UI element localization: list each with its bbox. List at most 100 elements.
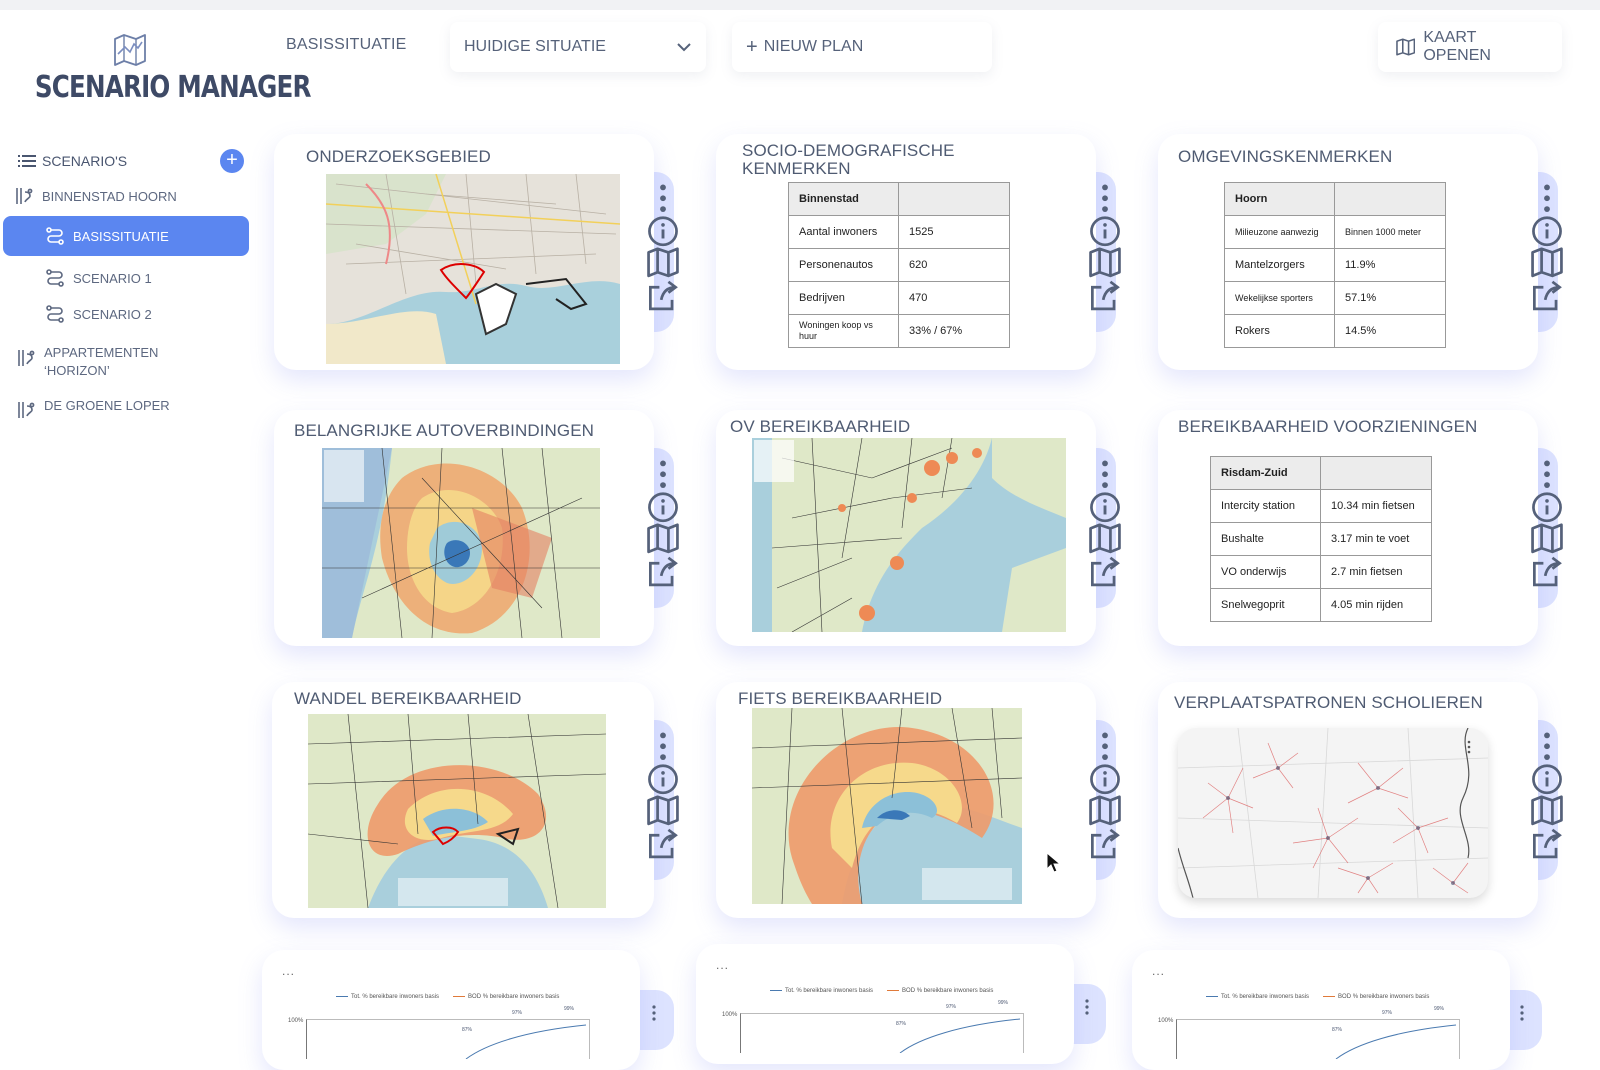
table-cell: Mantelzorgers	[1224, 248, 1335, 282]
table-cell: Aantal inwoners	[788, 215, 899, 249]
card-fiets-bereikbaarheid[interactable]: FIETS BEREIKBAARHEID	[716, 682, 1096, 918]
card-actions	[648, 172, 678, 322]
card-actions	[648, 448, 678, 598]
card-onderzoeksgebied[interactable]: ONDERZOEKSGEBIED	[274, 134, 654, 370]
sidebar-item-basissituatie[interactable]: BASISSITUATIE	[3, 216, 249, 256]
table-row: Snelwegoprit 4.05 min rijden	[1210, 588, 1432, 622]
sidebar-item-appartementen-horizon[interactable]: APPARTEMENTEN ‘HORIZON’	[16, 344, 186, 384]
table-cell: Binnenstad	[788, 182, 899, 216]
card-verplaatspatronen-scholieren[interactable]: VERPLAATSPATRONEN SCHOLIEREN	[1158, 682, 1538, 918]
sidebar-item-label: SCENARIO 2	[73, 306, 152, 322]
table-cell: 14.5%	[1334, 314, 1446, 348]
chevron-down-icon	[677, 43, 691, 52]
data-label: 97%	[946, 1004, 957, 1010]
chart-legend: Tot. % bereikbare inwoners basis BOD % b…	[1206, 994, 1429, 1000]
table-cell: Milieuzone aanwezig	[1224, 215, 1335, 249]
legend-entry: Tot. % bereikbare inwoners basis	[1206, 994, 1309, 1000]
card-socio-demografisch[interactable]: SOCIO-DEMOGRAFISCHE KENMERKEN Binnenstad…	[716, 134, 1096, 370]
table-cell: Woningen koop vs huur	[788, 314, 899, 348]
more-vertical-icon[interactable]	[1397, 182, 1600, 215]
card-title: VERPLAATSPATRONEN SCHOLIEREN	[1174, 693, 1483, 712]
open-map-label: KAART OPENEN	[1423, 29, 1491, 64]
table-cell: Bushalte	[1210, 522, 1321, 556]
card-chart-2[interactable]: ... Tot. % bereikbare inwoners basis BOD…	[696, 944, 1074, 1064]
legend-label: BOD % bereikbare inwoners basis	[468, 994, 560, 1000]
map-icon[interactable]	[1397, 247, 1600, 280]
share-icon[interactable]	[1397, 828, 1600, 861]
card-actions	[1090, 720, 1120, 870]
sidebar-item-label: APPARTEMENTEN ‘HORIZON’	[44, 345, 159, 378]
data-label: 97%	[512, 1010, 523, 1016]
table-cell: Bedrijven	[788, 281, 899, 315]
card-ov-bereikbaarheid[interactable]: OV BEREIKBAARHEID	[716, 410, 1096, 646]
sidebar-item-label: BASISSITUATIE	[73, 228, 169, 244]
info-icon[interactable]	[1397, 763, 1600, 796]
share-icon[interactable]	[1397, 280, 1600, 313]
more-horizontal-icon[interactable]: ...	[282, 964, 295, 978]
route-icon	[46, 269, 64, 287]
data-label: 97%	[1382, 1010, 1393, 1016]
open-map-button[interactable]: KAART OPENEN	[1378, 22, 1562, 72]
map-icon	[1396, 38, 1416, 56]
map-icon[interactable]	[1397, 795, 1600, 828]
more-vertical-icon[interactable]	[645, 1004, 663, 1022]
chart-legend: Tot. % bereikbare inwoners basis BOD % b…	[336, 994, 559, 1000]
card-wandel-bereikbaarheid[interactable]: WANDEL BEREIKBAARHEID	[272, 682, 654, 918]
more-horizontal-icon[interactable]: ...	[1152, 964, 1165, 978]
sidebar-item-scenario-1[interactable]: SCENARIO 1	[45, 266, 245, 290]
more-vertical-icon[interactable]	[1397, 730, 1600, 763]
table-row: Woningen koop vs huur 33% / 67%	[788, 314, 1010, 348]
info-icon[interactable]	[1397, 215, 1600, 248]
sidebar: SCENARIO MANAGER SCENARIO'S + BINNENSTAD…	[0, 10, 311, 1034]
chart-legend: Tot. % bereikbare inwoners basis BOD % b…	[770, 988, 993, 994]
table-row: Rokers 14.5%	[1224, 314, 1446, 348]
card-actions	[1090, 448, 1120, 598]
table-cell: Snelwegoprit	[1210, 588, 1321, 622]
map-icon[interactable]	[1397, 523, 1600, 556]
legend-entry: Tot. % bereikbare inwoners basis	[336, 994, 439, 1000]
table-cell: Intercity station	[1210, 489, 1321, 523]
mini-chart: Tot. % bereikbare inwoners basis BOD % b…	[1158, 994, 1492, 1059]
table-cell: Personenautos	[788, 248, 899, 282]
chart-line	[465, 1024, 587, 1059]
legend-entry: BOD % bereikbare inwoners basis	[1323, 994, 1429, 1000]
card-omgevingskenmerken[interactable]: OMGEVINGSKENMERKEN Hoorn Milieuzone aanw…	[1158, 134, 1538, 370]
sidebar-item-label: SCENARIO 1	[73, 270, 152, 286]
situation-select[interactable]: HUIDIGE SITUATIE	[450, 22, 706, 72]
share-icon[interactable]	[1397, 556, 1600, 589]
sidebar-item-scenario-2[interactable]: SCENARIO 2	[45, 302, 245, 326]
map-logo-icon	[114, 34, 146, 66]
card-autoverbindingen[interactable]: BELANGRIJKE AUTOVERBINDINGEN	[274, 410, 654, 646]
tab-basissituatie[interactable]: BASISSITUATIE	[286, 36, 407, 54]
table-cell: Risdam-Zuid	[1210, 456, 1321, 490]
card-title: FIETS BEREIKBAARHEID	[738, 689, 943, 708]
card-title: ONDERZOEKSGEBIED	[306, 147, 491, 166]
legend-label: BOD % bereikbare inwoners basis	[902, 988, 994, 994]
y-tick: 100%	[1158, 1018, 1174, 1024]
more-vertical-icon[interactable]	[1513, 1004, 1531, 1022]
project-icon	[18, 350, 35, 366]
card-actions	[1532, 720, 1562, 870]
sidebar-item-binnenstad-hoorn[interactable]: BINNENSTAD HOORN	[14, 184, 250, 208]
table-cell: Hoorn	[1224, 182, 1335, 216]
mini-chart: Tot. % bereikbare inwoners basis BOD % b…	[288, 994, 622, 1059]
y-tick: 100%	[722, 1012, 738, 1018]
new-plan-button[interactable]: + NIEUW PLAN	[732, 22, 992, 72]
legend-entry: BOD % bereikbare inwoners basis	[887, 988, 993, 994]
sidebar-item-de-groene-loper[interactable]: DE GROENE LOPER	[16, 398, 216, 422]
more-vertical-icon[interactable]	[1078, 998, 1096, 1016]
card-bereikbaarheid-voorzieningen[interactable]: BEREIKBAARHEID VOORZIENINGEN Risdam-Zuid…	[1158, 410, 1538, 646]
legend-label: Tot. % bereikbare inwoners basis	[785, 988, 874, 994]
table-cell: Wekelijkse sporters	[1224, 281, 1335, 315]
card-chart-3[interactable]: ... Tot. % bereikbare inwoners basis BOD…	[1132, 950, 1510, 1070]
more-horizontal-icon[interactable]: ...	[716, 958, 729, 972]
card-title: BEREIKBAARHEID VOORZIENINGEN	[1178, 417, 1478, 436]
info-icon[interactable]	[1397, 491, 1600, 524]
card-chart-1[interactable]: ... Tot. % bereikbare inwoners basis BOD…	[262, 950, 640, 1070]
card-title: SOCIO-DEMOGRAFISCHE KENMERKEN	[742, 141, 955, 178]
add-scenario-button[interactable]: +	[220, 149, 244, 173]
data-label: 87%	[896, 1021, 907, 1027]
situation-select-value: HUIDIGE SITUATIE	[464, 38, 606, 55]
card-title: OV BEREIKBAARHEID	[730, 417, 911, 436]
more-vertical-icon[interactable]	[1397, 458, 1600, 491]
